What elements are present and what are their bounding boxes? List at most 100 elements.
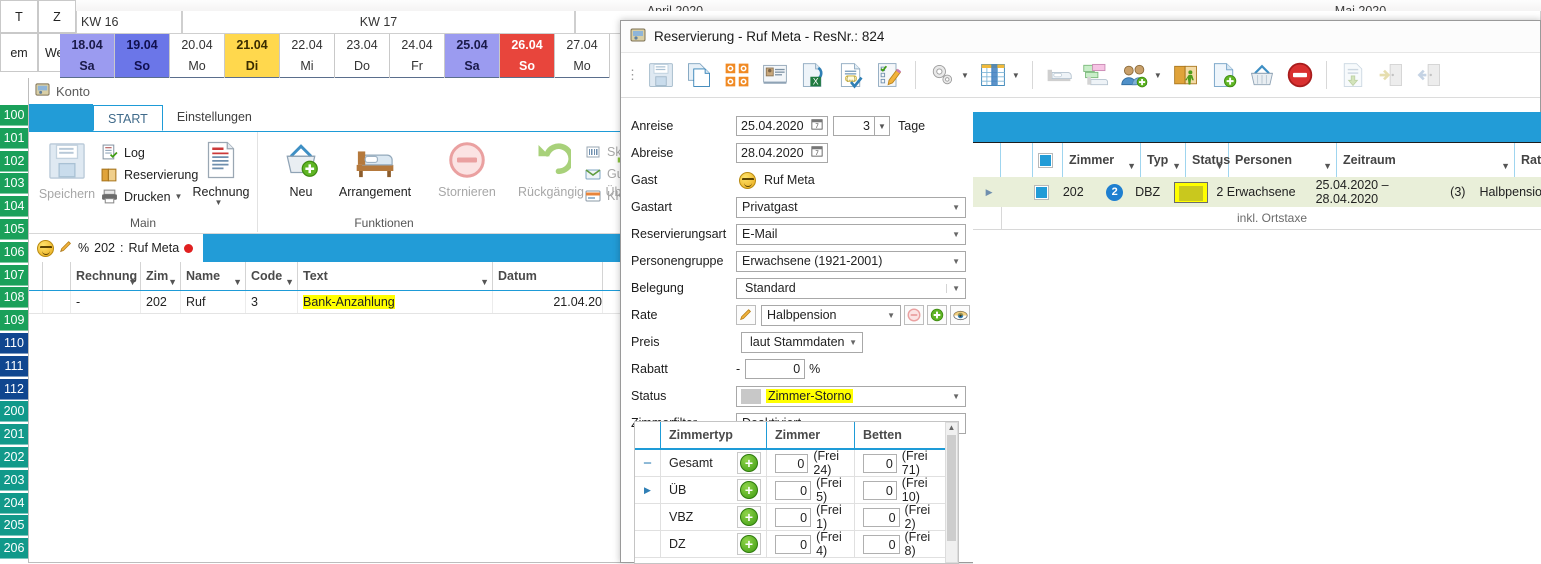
rechnung-chevron-down-icon[interactable]: ▼ (187, 198, 250, 207)
arrangement-button[interactable]: Arrangement (327, 140, 423, 199)
room-row-200[interactable]: 200 (0, 401, 28, 423)
konto-col-rechnung[interactable]: Rechnung ▼ (71, 262, 141, 290)
room-row-109[interactable]: 109 (0, 310, 28, 332)
room-row-204[interactable]: 204 (0, 492, 28, 514)
konto-col-text[interactable]: Text ▼ (298, 262, 493, 290)
account-tab[interactable]: % 202 : Ruf Meta (29, 234, 204, 262)
rate-edit-pencil-icon[interactable] (736, 305, 756, 325)
betten-count-input[interactable]: 0 (863, 453, 897, 473)
neu-button[interactable]: Neu (269, 140, 333, 199)
table-row[interactable]: -202 Ruf 3 Bank-Anzahlung 21.04.20 (29, 291, 629, 314)
room-row-202[interactable]: 202 (0, 447, 28, 468)
checkout-icon[interactable] (1374, 58, 1408, 92)
betten-count-input[interactable]: 0 (863, 480, 897, 500)
abreise-input[interactable]: 28.04.2020 7 (736, 143, 828, 163)
resv-col-typ[interactable]: Typ ▼ (1141, 143, 1186, 177)
edit-pencil-icon[interactable] (59, 240, 73, 257)
filter-icon[interactable]: ▼ (128, 268, 137, 296)
room-row-203[interactable]: 203 (0, 469, 28, 491)
room-row-101[interactable]: 101 (0, 127, 28, 149)
add-room-button[interactable]: + (737, 479, 761, 501)
room-swap-icon[interactable] (1080, 58, 1114, 92)
reservierung-button[interactable]: Reservierung (101, 166, 198, 183)
filter-icon[interactable]: ▼ (480, 268, 489, 296)
new-document-icon[interactable] (1207, 58, 1241, 92)
scroll-thumb[interactable] (947, 435, 956, 541)
resv-col-zimmer[interactable]: Zimmer ▼ (1063, 143, 1141, 177)
calendar-icon[interactable]: 7 (811, 143, 823, 163)
room-row-112[interactable]: 112 (0, 378, 28, 400)
copy-document-icon[interactable] (682, 58, 716, 92)
room-row-104[interactable]: 104 (0, 196, 28, 218)
log-button[interactable]: Log (101, 144, 145, 161)
row-expander[interactable]: ▶ (635, 477, 661, 503)
room-row-107[interactable]: 107 (0, 264, 28, 286)
table-row[interactable]: ▶ 202 2 DBZ 2 Erwachsene 25.04.2020 – 28.04.2… (973, 177, 1541, 207)
gastart-select[interactable]: Privatgast ▼ (736, 196, 966, 218)
settings-gears-icon[interactable] (925, 58, 959, 92)
rueckgaengig-button[interactable]: Rückgängig (509, 140, 593, 199)
zimmer-count-input[interactable]: 0 (775, 480, 812, 500)
resv-col-personen[interactable]: Personen ▼ (1229, 143, 1337, 177)
add-guest-icon[interactable] (1118, 58, 1152, 92)
status-select[interactable]: Zimmer-Storno ▼ (736, 385, 966, 407)
office-icon[interactable] (720, 58, 754, 92)
room-row-103[interactable]: 103 (0, 173, 28, 195)
filter-icon[interactable]: ▼ (285, 268, 294, 296)
speichern-button[interactable]: Speichern (35, 140, 99, 201)
add-guest-chevron-down-icon[interactable]: ▼ (1154, 71, 1162, 80)
personengruppe-select[interactable]: Erwachsene (1921-2001) ▼ (736, 250, 966, 272)
room-type-row[interactable]: VBZ +0 (Frei 1) 0 (Frei 2) (635, 503, 958, 531)
room-row-106[interactable]: 106 (0, 241, 28, 263)
row-expander[interactable] (635, 504, 661, 530)
room-type-col-zimmer[interactable]: Zimmer (767, 422, 855, 448)
konto-file-menu-button[interactable] (29, 104, 93, 131)
zimmer-count-input[interactable]: 0 (775, 534, 812, 554)
archive-up-icon[interactable] (1336, 58, 1370, 92)
room-row-206[interactable]: 206 (0, 538, 28, 560)
room-type-row[interactable]: DZ +0 (Frei 4) 0 (Frei 8) (635, 530, 958, 558)
settings-chevron-down-icon[interactable]: ▼ (961, 71, 969, 80)
rate-remove-button[interactable] (904, 305, 924, 325)
konto-col-zim[interactable]: Zim ▼ (141, 262, 181, 290)
add-room-button[interactable]: + (737, 506, 761, 528)
toolbar-grip-icon[interactable]: ⋮ (626, 67, 639, 83)
select-all-checkbox[interactable] (1038, 153, 1053, 168)
add-room-button[interactable]: + (737, 452, 761, 474)
room-type-scrollbar[interactable]: ▲ (945, 422, 958, 563)
resv-col-rate[interactable]: Rate (1515, 143, 1541, 177)
cancel-icon[interactable] (1283, 58, 1317, 92)
tage-input[interactable]: 3 (833, 116, 875, 136)
edit-checklist-icon[interactable] (872, 58, 906, 92)
expand-arrow-icon[interactable]: ▶ (644, 485, 651, 496)
room-type-row[interactable]: − Gesamt +0 (Frei 24) 0 (Frei 71) (635, 449, 958, 477)
kk-button[interactable]: KK (585, 188, 624, 204)
tage-chevron-down-icon[interactable]: ▼ (875, 116, 890, 136)
room-row-100[interactable]: 100 (0, 105, 28, 126)
scroll-up-arrow-icon[interactable]: ▲ (946, 423, 957, 433)
room-type-col-betten[interactable]: Betten (855, 422, 943, 448)
bed-icon[interactable] (1042, 58, 1076, 92)
document-check-icon[interactable]: (...) (834, 58, 868, 92)
room-row-111[interactable]: 111 (0, 355, 28, 377)
row-checkbox[interactable] (1033, 184, 1049, 200)
add-room-button[interactable]: + (737, 533, 761, 555)
betten-count-input[interactable]: 0 (863, 534, 900, 554)
room-type-row[interactable]: ▶ ÜB +0 (Frei 5) 0 (Frei 10) (635, 476, 958, 504)
drucken-button[interactable]: Drucken ▼ (101, 188, 185, 205)
rate-preview-eye-icon[interactable] (950, 305, 970, 325)
tab-einstellungen[interactable]: Einstellungen (163, 104, 266, 131)
rabatt-input[interactable]: 0 (745, 359, 806, 379)
room-row-205[interactable]: 205 (0, 515, 28, 537)
row-expander[interactable] (635, 531, 661, 557)
resv-col-zeitraum[interactable]: Zeitraum ▼ (1337, 143, 1515, 177)
konto-col-code[interactable]: Code ▼ (246, 262, 298, 290)
konto-col-datum[interactable]: Datum (493, 262, 603, 290)
calendar-icon[interactable]: 7 (811, 116, 823, 136)
resv-col-status[interactable]: Status ▼ (1186, 143, 1230, 177)
stornieren-button[interactable]: Stornieren (425, 140, 509, 199)
tab-start[interactable]: START (93, 105, 163, 131)
belegung-select[interactable]: Standard ▼ (736, 277, 966, 299)
export-excel-icon[interactable]: X (796, 58, 830, 92)
address-card-icon[interactable] (758, 58, 792, 92)
